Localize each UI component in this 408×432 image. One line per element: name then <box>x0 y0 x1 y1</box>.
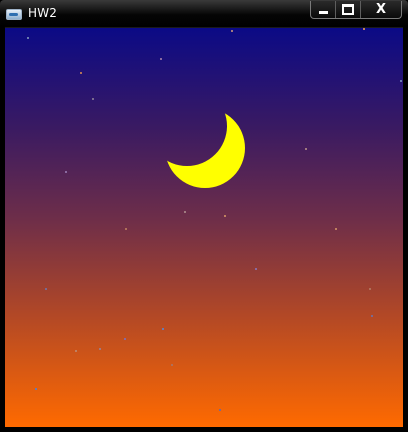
window-title: HW2 <box>28 6 58 20</box>
window-frame-bottom <box>0 427 408 432</box>
close-icon: X <box>375 2 387 17</box>
canvas-area <box>5 28 403 427</box>
minimize-icon <box>318 11 328 14</box>
app-window: HW2 X <box>0 0 408 432</box>
window-frame-right <box>403 27 408 432</box>
minimize-button[interactable] <box>311 1 336 18</box>
title-bar[interactable]: HW2 X <box>0 0 408 28</box>
window-controls: X <box>310 1 402 19</box>
maximize-icon <box>342 4 354 15</box>
crescent-moon <box>5 28 403 427</box>
close-button[interactable]: X <box>361 1 401 18</box>
maximize-button[interactable] <box>336 1 361 18</box>
app-icon[interactable] <box>6 9 22 20</box>
night-scene <box>5 28 403 427</box>
